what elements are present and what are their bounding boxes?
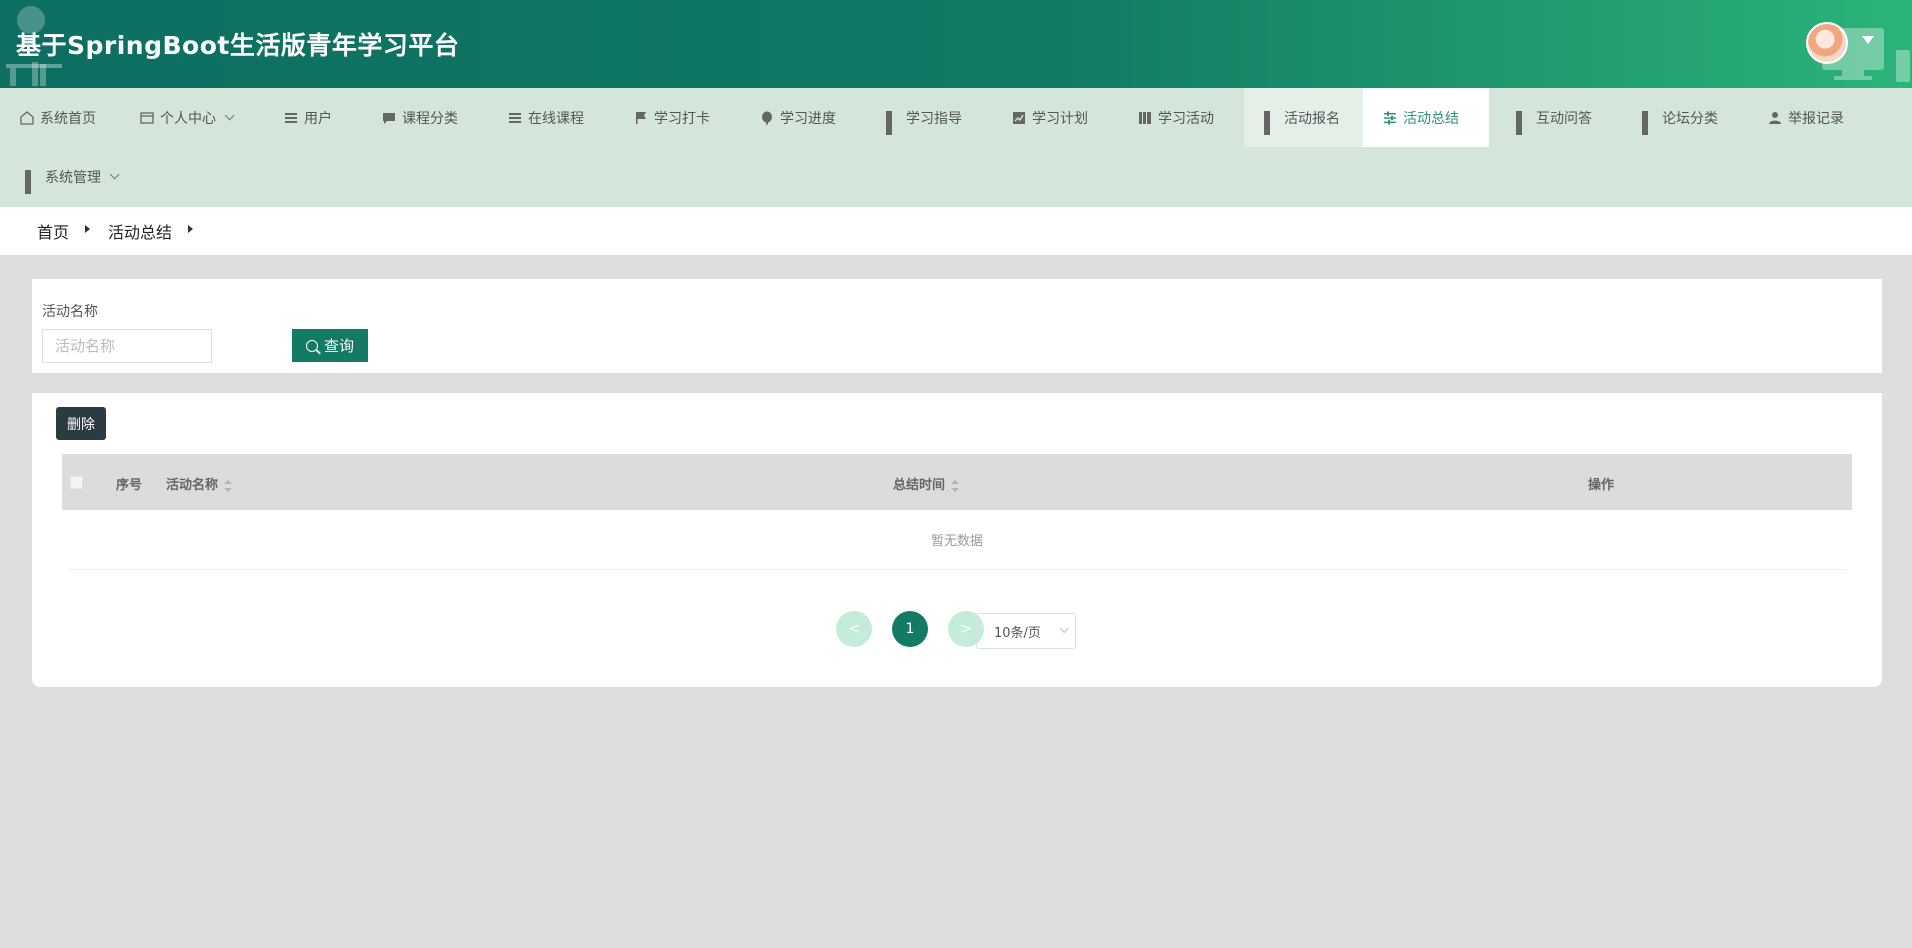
grid-icon <box>1264 110 1278 135</box>
home-icon <box>20 110 34 125</box>
column-header-time-label: 总结时间 <box>893 478 946 493</box>
list-icon <box>285 112 297 123</box>
chevron-down-icon <box>1059 624 1069 634</box>
column-header-name-label: 活动名称 <box>166 478 219 493</box>
sliders-icon <box>1384 111 1396 125</box>
column-header-actions: 操作 <box>1588 478 1615 493</box>
book-icon <box>1139 111 1151 124</box>
nav-item-label: 活动总结 <box>1403 110 1459 127</box>
grid-icon <box>886 110 900 135</box>
query-button-label: 查询 <box>323 337 354 355</box>
chart-icon <box>1013 111 1025 124</box>
column-header-name[interactable]: 活动名称 <box>166 474 233 493</box>
sort-icon[interactable] <box>951 479 960 492</box>
nav-item-label: 系统管理 <box>45 169 101 186</box>
nav-item-online-courses[interactable]: 在线课程 <box>488 88 604 147</box>
grid-icon <box>1642 110 1656 135</box>
nav-item-home[interactable]: 系统首页 <box>0 88 116 147</box>
main-nav: 系统首页 个人中心 用户 课程分类 在线课程 学习打卡 学习进度 学习指导 学习… <box>0 88 1912 207</box>
nav-item-study-checkin[interactable]: 学习打卡 <box>614 88 730 147</box>
chevron-down-icon <box>224 110 235 121</box>
nav-item-label: 学习计划 <box>1032 110 1088 127</box>
query-button[interactable]: 查询 <box>292 329 368 362</box>
caret-right-icon <box>85 225 91 233</box>
nav-item-forum-category[interactable]: 论坛分类 <box>1622 88 1738 147</box>
flag-icon <box>636 111 646 124</box>
card-icon <box>140 111 154 124</box>
grid-icon <box>25 169 39 194</box>
search-label: 活动名称 <box>42 304 98 320</box>
activity-name-input[interactable] <box>42 329 212 363</box>
empty-table-row: 暂无数据 <box>68 510 1846 570</box>
column-header-time[interactable]: 总结时间 <box>893 474 960 493</box>
breadcrumb: 首页 活动总结 <box>0 207 1912 255</box>
search-panel: 活动名称 查询 <box>32 279 1882 373</box>
prev-page-button[interactable]: < <box>836 611 872 647</box>
nav-item-label: 系统首页 <box>40 110 96 127</box>
nav-item-study-activity[interactable]: 学习活动 <box>1118 88 1234 147</box>
sort-icon[interactable] <box>224 479 233 492</box>
chevron-down-icon <box>109 169 120 180</box>
page-number-button[interactable]: 1 <box>892 611 928 647</box>
nav-item-activity-summary[interactable]: 活动总结 <box>1363 88 1489 147</box>
nav-item-study-progress[interactable]: 学习进度 <box>740 88 856 147</box>
chat-icon <box>383 112 395 124</box>
nav-item-activity-signup[interactable]: 活动报名 <box>1244 88 1370 147</box>
nav-item-label: 在线课程 <box>528 110 584 127</box>
nav-item-report-records[interactable]: 举报记录 <box>1748 88 1864 147</box>
nav-item-interactive-qa[interactable]: 互动问答 <box>1496 88 1612 147</box>
select-all-checkbox[interactable] <box>70 476 83 489</box>
breadcrumb-current: 活动总结 <box>108 223 173 242</box>
nav-item-label: 举报记录 <box>1788 110 1844 127</box>
balloon-icon <box>762 111 772 124</box>
grid-icon <box>1516 110 1530 135</box>
nav-item-label: 课程分类 <box>402 110 458 127</box>
breadcrumb-home[interactable]: 首页 <box>37 219 69 243</box>
table-header: 序号 活动名称 总结时间 操作 <box>62 454 1852 510</box>
delete-button[interactable]: 删除 <box>56 407 106 440</box>
page-size-label: 10条/页 <box>994 625 1041 641</box>
person-icon <box>1769 111 1781 124</box>
page-size-select[interactable]: 10条/页 <box>976 613 1076 649</box>
nav-item-users[interactable]: 用户 <box>264 88 352 147</box>
user-avatar[interactable] <box>1806 22 1848 64</box>
nav-item-label: 个人中心 <box>160 110 216 127</box>
nav-item-label: 论坛分类 <box>1662 110 1718 127</box>
list-icon <box>509 112 521 123</box>
caret-right-icon <box>188 225 194 233</box>
nav-item-label: 活动报名 <box>1284 110 1340 127</box>
nav-item-system-management[interactable]: 系统管理 <box>5 147 136 206</box>
column-header-index: 序号 <box>116 478 143 493</box>
nav-item-label: 用户 <box>304 110 332 127</box>
nav-item-label: 学习指导 <box>906 110 962 127</box>
caret-down-icon[interactable] <box>1862 36 1874 44</box>
app-header: 基于SpringBoot生活版青年学习平台 <box>0 0 1912 88</box>
nav-item-label: 学习活动 <box>1158 110 1214 127</box>
nav-item-label: 学习打卡 <box>654 110 710 127</box>
nav-item-label: 互动问答 <box>1536 110 1592 127</box>
nav-item-personal-center[interactable]: 个人中心 <box>120 88 251 147</box>
empty-text: 暂无数据 <box>930 534 983 549</box>
nav-item-study-plan[interactable]: 学习计划 <box>992 88 1108 147</box>
nav-item-course-category[interactable]: 课程分类 <box>362 88 478 147</box>
table-panel: 删除 序号 活动名称 总结时间 操作 暂无数据 < 1 > 10条/页 <box>32 393 1882 687</box>
nav-item-study-guidance[interactable]: 学习指导 <box>866 88 982 147</box>
search-icon <box>305 339 318 352</box>
app-title: 基于SpringBoot生活版青年学习平台 <box>16 31 460 60</box>
nav-item-label: 学习进度 <box>780 110 836 127</box>
